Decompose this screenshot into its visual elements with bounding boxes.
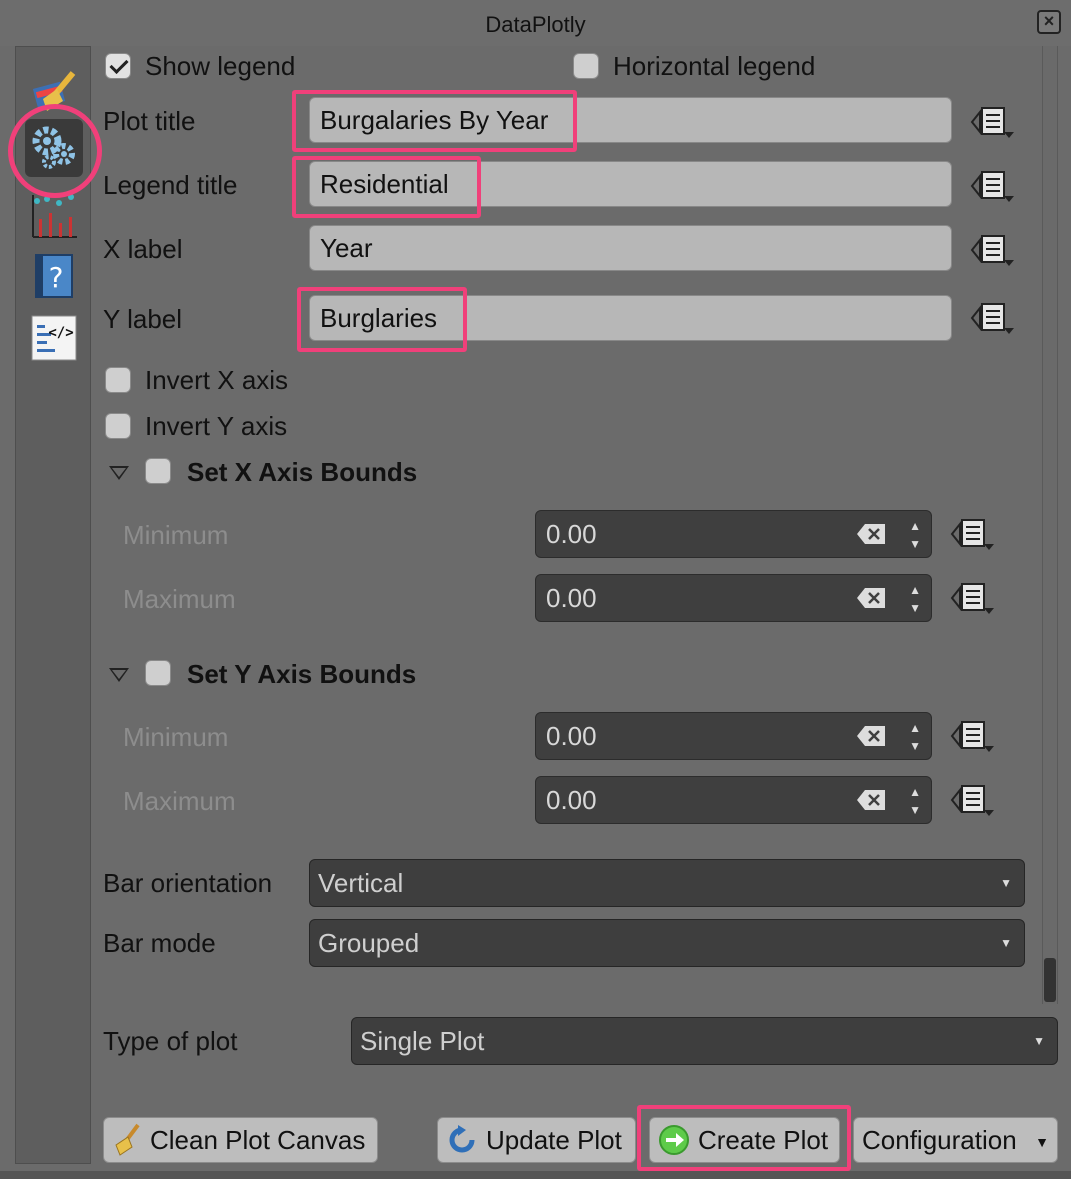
invert-y-label: Invert Y axis — [145, 411, 288, 441]
title-bar: DataPlotly × — [0, 0, 1071, 46]
x-label-label: X label — [103, 234, 183, 264]
bar-mode-value: Grouped — [318, 928, 420, 958]
y-min-label: Minimum — [123, 722, 229, 752]
chevron-down-icon: ▼ — [1033, 1034, 1045, 1048]
clear-icon[interactable] — [857, 524, 885, 544]
x-bounds-checkbox[interactable] — [145, 458, 171, 484]
y-label-input[interactable]: Burglaries — [309, 295, 952, 341]
clear-icon[interactable] — [857, 588, 885, 608]
x-min-spinbox[interactable]: 0.00 ▲ ▼ — [535, 510, 932, 558]
spin-arrows-icon[interactable]: ▲ ▼ — [909, 517, 921, 553]
create-plot-label: Create Plot — [698, 1124, 829, 1155]
spin-arrows-icon[interactable]: ▲ ▼ — [909, 719, 921, 755]
y-max-label: Maximum — [123, 786, 236, 816]
spin-arrows-icon[interactable]: ▲ ▼ — [909, 581, 921, 617]
sidebar: ? </> — [15, 46, 91, 1164]
show-legend-label: Show legend — [145, 51, 296, 81]
legend-title-label: Legend title — [103, 170, 238, 200]
update-plot-button[interactable]: Update Plot — [437, 1117, 636, 1163]
data-defined-icon[interactable] — [970, 230, 1016, 270]
scrollbar-thumb[interactable] — [1044, 958, 1056, 1002]
sidebar-item-style[interactable] — [25, 61, 83, 119]
gears-icon — [32, 126, 75, 169]
y-bounds-label: Set Y Axis Bounds — [187, 659, 417, 689]
y-max-value: 0.00 — [546, 785, 597, 815]
arrow-right-circle-icon — [659, 1125, 689, 1155]
bar-mode-select[interactable]: Grouped ▼ — [309, 919, 1025, 967]
plot-title-input[interactable]: Burgalaries By Year — [309, 97, 952, 143]
data-defined-icon[interactable] — [970, 298, 1016, 338]
x-label-input[interactable]: Year — [309, 225, 952, 271]
svg-text:</>: </> — [48, 325, 73, 341]
sidebar-item-properties[interactable] — [25, 119, 83, 177]
data-defined-icon[interactable] — [950, 514, 996, 554]
bar-orientation-value: Vertical — [318, 868, 404, 898]
plot-type-value: Single Plot — [360, 1026, 485, 1056]
update-plot-label: Update Plot — [486, 1124, 622, 1155]
sidebar-item-help[interactable]: ? — [25, 247, 83, 305]
invert-x-checkbox[interactable] — [105, 367, 131, 393]
create-plot-button[interactable]: Create Plot — [649, 1117, 840, 1163]
plot-title-label: Plot title — [103, 106, 196, 136]
sidebar-item-plot[interactable] — [25, 187, 83, 245]
chevron-down-icon: ▼ — [1035, 1134, 1049, 1150]
invert-x-label: Invert X axis — [145, 365, 289, 395]
clean-plot-canvas-label: Clean Plot Canvas — [150, 1124, 366, 1155]
x-max-value: 0.00 — [546, 583, 597, 613]
scatter-bar-chart-icon — [32, 194, 77, 238]
window-title: DataPlotly — [485, 12, 586, 37]
show-legend-checkbox[interactable] — [105, 53, 131, 79]
configuration-button[interactable]: Configuration ▼ — [853, 1117, 1058, 1163]
data-defined-icon[interactable] — [950, 780, 996, 820]
data-defined-icon[interactable] — [950, 578, 996, 618]
y-max-spinbox[interactable]: 0.00 ▲ ▼ — [535, 776, 932, 824]
x-min-value: 0.00 — [546, 519, 597, 549]
broom-icon — [115, 1123, 140, 1156]
plot-type-select[interactable]: Single Plot ▼ — [351, 1017, 1058, 1065]
data-defined-icon[interactable] — [970, 166, 1016, 206]
horizontal-legend-checkbox[interactable] — [573, 53, 599, 79]
x-max-spinbox[interactable]: 0.00 ▲ ▼ — [535, 574, 932, 622]
x-bounds-label: Set X Axis Bounds — [187, 457, 418, 487]
svg-text:?: ? — [49, 261, 64, 294]
invert-y-checkbox[interactable] — [105, 413, 131, 439]
horizontal-legend-label: Horizontal legend — [613, 51, 816, 81]
help-book-icon: ? — [35, 254, 73, 298]
data-defined-icon[interactable] — [970, 102, 1016, 142]
collapse-y-bounds-icon[interactable] — [109, 668, 129, 682]
bar-orientation-select[interactable]: Vertical ▼ — [309, 859, 1025, 907]
configuration-label: Configuration — [862, 1124, 1017, 1155]
y-label-label: Y label — [103, 304, 183, 334]
sidebar-item-code[interactable]: </> — [25, 309, 83, 367]
clear-icon[interactable] — [857, 790, 885, 810]
clear-icon[interactable] — [857, 726, 885, 746]
close-button[interactable]: × — [1037, 10, 1061, 34]
collapse-x-bounds-icon[interactable] — [109, 466, 129, 480]
data-defined-icon[interactable] — [950, 716, 996, 756]
chevron-down-icon: ▼ — [1000, 936, 1012, 950]
broom-paint-icon — [32, 71, 76, 111]
y-min-spinbox[interactable]: 0.00 ▲ ▼ — [535, 712, 932, 760]
x-max-label: Maximum — [123, 584, 236, 614]
chevron-down-icon: ▼ — [1000, 876, 1012, 890]
plot-type-label: Type of plot — [103, 1026, 238, 1056]
x-min-label: Minimum — [123, 520, 229, 550]
bar-mode-label: Bar mode — [103, 928, 216, 958]
bottom-strip — [0, 1171, 1071, 1179]
close-icon: × — [1043, 11, 1055, 31]
code-page-icon: </> — [31, 315, 77, 361]
clean-plot-canvas-button[interactable]: Clean Plot Canvas — [103, 1117, 378, 1163]
refresh-icon — [449, 1125, 475, 1153]
vertical-scrollbar[interactable] — [1042, 46, 1058, 1004]
legend-title-input[interactable]: Residential — [309, 161, 952, 207]
bar-orientation-label: Bar orientation — [103, 868, 273, 898]
spin-arrows-icon[interactable]: ▲ ▼ — [909, 783, 921, 819]
y-min-value: 0.00 — [546, 721, 597, 751]
y-bounds-checkbox[interactable] — [145, 660, 171, 686]
